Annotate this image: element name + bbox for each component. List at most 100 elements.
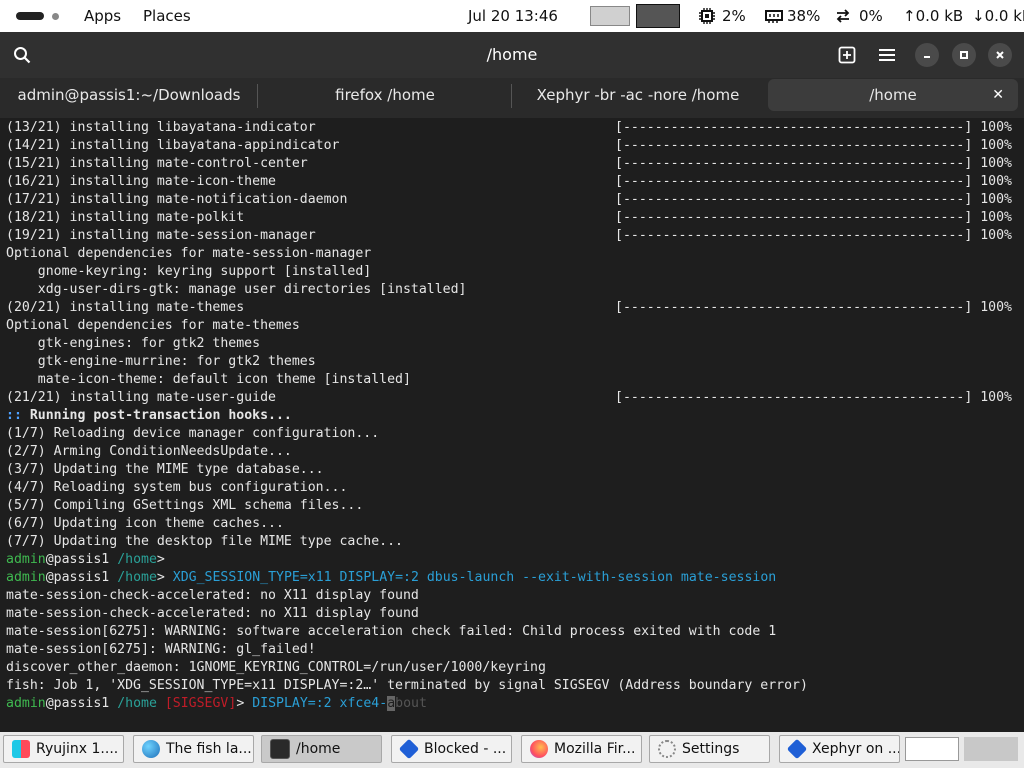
prompt-host: @passis1 bbox=[45, 552, 110, 567]
menu-button[interactable] bbox=[875, 43, 899, 67]
globe-icon bbox=[142, 740, 160, 758]
taskbar-item-blocked[interactable]: Blocked - ... bbox=[391, 735, 512, 763]
download-monitor[interactable]: ↓0.0 kB bbox=[972, 0, 1024, 32]
progress-bar-text: [---------------------------------------… bbox=[615, 120, 1012, 135]
workspace-switcher-2[interactable] bbox=[636, 4, 680, 28]
terminal-headerbar: /home bbox=[0, 32, 1024, 78]
diamond-icon bbox=[786, 738, 808, 760]
diamond-icon bbox=[398, 738, 420, 760]
workspace-pager-2[interactable] bbox=[964, 737, 1018, 761]
tab-label: /home bbox=[869, 86, 917, 104]
apps-menu[interactable]: Apps bbox=[84, 0, 121, 32]
terminal-prompt-line: admin@passis1 /home> XDG_SESSION_TYPE=x1… bbox=[6, 569, 776, 587]
terminal-line: mate-session-check-accelerated: no X11 d… bbox=[6, 606, 419, 621]
places-menu[interactable]: Places bbox=[143, 0, 191, 32]
prompt-path: /home bbox=[117, 570, 157, 585]
terminal-line: discover_other_daemon: 1GNOME_KEYRING_CO… bbox=[6, 660, 546, 675]
terminal-line: (2/7) Arming ConditionNeedsUpdate... bbox=[6, 444, 292, 459]
spinner-icon bbox=[658, 740, 676, 758]
terminal-line: (15/21) installing mate-control-center bbox=[6, 156, 308, 171]
progress-bar-text: [---------------------------------------… bbox=[615, 192, 1012, 207]
upload-value: 0.0 kB bbox=[915, 7, 964, 25]
download-value: 0.0 kB bbox=[984, 7, 1024, 25]
terminal-line: fish: Job 1, 'XDG_SESSION_TYPE=x11 DISPL… bbox=[6, 678, 808, 693]
terminal-icon bbox=[270, 739, 290, 759]
workspace-indicator[interactable] bbox=[16, 0, 59, 32]
tab-label: firefox /home bbox=[335, 86, 435, 104]
terminal-line: (13/21) installing libayatana-indicator bbox=[6, 120, 316, 135]
cpu-value: 2% bbox=[722, 7, 746, 25]
taskbar-label: Settings bbox=[682, 741, 740, 757]
terminal-line: (14/21) installing libayatana-appindicat… bbox=[6, 138, 340, 153]
hook-prefix: :: bbox=[6, 408, 22, 423]
terminal-current-prompt[interactable]: admin@passis1 /home [SIGSEGV]> DISPLAY=:… bbox=[6, 695, 427, 713]
workspace-switcher-1[interactable] bbox=[590, 6, 630, 26]
taskbar: Ryujinx 1.... The fish la... /home Block… bbox=[0, 732, 1024, 768]
memory-monitor[interactable]: 38% bbox=[765, 0, 820, 32]
taskbar-label: Mozilla Fir... bbox=[554, 741, 636, 757]
taskbar-item-fish[interactable]: The fish la... bbox=[133, 735, 254, 763]
text-cursor: a bbox=[387, 696, 396, 711]
firefox-icon bbox=[530, 740, 548, 758]
terminal-line: (21/21) installing mate-user-guide bbox=[6, 390, 276, 405]
terminal-line: (17/21) installing mate-notification-dae… bbox=[6, 192, 348, 207]
search-button[interactable] bbox=[10, 43, 34, 67]
sigsegv-tag: [SIGSEGV] bbox=[164, 696, 237, 711]
maximize-button[interactable] bbox=[952, 43, 976, 67]
progress-bar-text: [---------------------------------------… bbox=[615, 174, 1012, 189]
prompt-sigil: > bbox=[156, 570, 165, 585]
terminal-prompt-line: admin@passis1 /home> bbox=[6, 551, 165, 569]
search-icon bbox=[14, 47, 31, 64]
memory-icon bbox=[765, 10, 783, 23]
terminal-line: (5/7) Compiling GSettings XML schema fil… bbox=[6, 498, 364, 513]
taskbar-item-xephyr[interactable]: Xephyr on ... bbox=[779, 735, 900, 763]
new-tab-button[interactable] bbox=[835, 43, 859, 67]
prompt-user: admin bbox=[6, 570, 46, 585]
terminal-line: mate-session[6275]: WARNING: gl_failed! bbox=[6, 642, 316, 657]
progress-bar-text: [---------------------------------------… bbox=[615, 138, 1012, 153]
swap-monitor[interactable]: 0% bbox=[835, 0, 883, 32]
prompt-path: /home bbox=[117, 552, 157, 567]
terminal-line: (18/21) installing mate-polkit bbox=[6, 210, 245, 225]
taskbar-item-terminal[interactable]: /home bbox=[261, 735, 382, 763]
terminal-line: (7/7) Updating the desktop file MIME typ… bbox=[6, 534, 403, 549]
taskbar-label: Ryujinx 1.... bbox=[36, 741, 119, 757]
progress-bar-text: [---------------------------------------… bbox=[615, 228, 1012, 243]
prompt-user: admin bbox=[6, 696, 46, 711]
taskbar-item-ryujinx[interactable]: Ryujinx 1.... bbox=[3, 735, 124, 763]
download-arrow-icon: ↓ bbox=[972, 7, 985, 25]
terminal-line: mate-session-check-accelerated: no X11 d… bbox=[6, 588, 419, 603]
typed-command: DISPLAY=:2 xfce4- bbox=[252, 696, 388, 711]
terminal-line: mate-icon-theme: default icon theme [ins… bbox=[6, 372, 411, 387]
prompt-path: /home bbox=[117, 696, 157, 711]
taskbar-item-settings[interactable]: Settings bbox=[649, 735, 770, 763]
workspace-active-pill bbox=[16, 12, 44, 20]
tab-downloads[interactable]: admin@passis1:~/Downloads bbox=[0, 78, 258, 118]
terminal-line: gtk-engines: for gtk2 themes bbox=[6, 336, 261, 351]
tab-xephyr[interactable]: Xephyr -br -ac -nore /home bbox=[512, 78, 764, 118]
close-button[interactable] bbox=[988, 43, 1012, 67]
minimize-button[interactable] bbox=[915, 43, 939, 67]
tab-close-icon[interactable]: ✕ bbox=[992, 79, 1004, 111]
progress-bar-text: [---------------------------------------… bbox=[615, 390, 1012, 405]
tab-home[interactable]: /home ✕ bbox=[768, 79, 1018, 111]
hamburger-menu-icon bbox=[879, 49, 895, 61]
tab-firefox[interactable]: firefox /home bbox=[258, 78, 512, 118]
terminal-output[interactable]: (13/21) installing libayatana-indicator … bbox=[0, 118, 1024, 732]
workspace-pager-1[interactable] bbox=[905, 737, 959, 761]
cpu-monitor[interactable]: 2% bbox=[698, 0, 746, 32]
command-text: XDG_SESSION_TYPE=x11 DISPLAY=:2 dbus-lau… bbox=[172, 570, 777, 585]
swap-arrows-icon bbox=[836, 9, 850, 23]
prompt-sigil: > bbox=[236, 696, 245, 711]
taskbar-item-firefox[interactable]: Mozilla Fir... bbox=[521, 735, 642, 763]
clock[interactable]: Jul 20 13:46 bbox=[468, 0, 558, 32]
cpu-icon bbox=[699, 8, 715, 24]
progress-bar-text: [---------------------------------------… bbox=[615, 300, 1012, 315]
upload-monitor[interactable]: ↑ 0.0 kB bbox=[903, 0, 963, 32]
tab-label: admin@passis1:~/Downloads bbox=[17, 86, 241, 104]
tab-label: Xephyr -br -ac -nore /home bbox=[536, 86, 740, 104]
terminal-line: (1/7) Reloading device manager configura… bbox=[6, 426, 380, 441]
window-title: /home bbox=[486, 45, 538, 64]
memory-value: 38% bbox=[787, 7, 821, 25]
terminal-line: Optional dependencies for mate-themes bbox=[6, 318, 300, 333]
